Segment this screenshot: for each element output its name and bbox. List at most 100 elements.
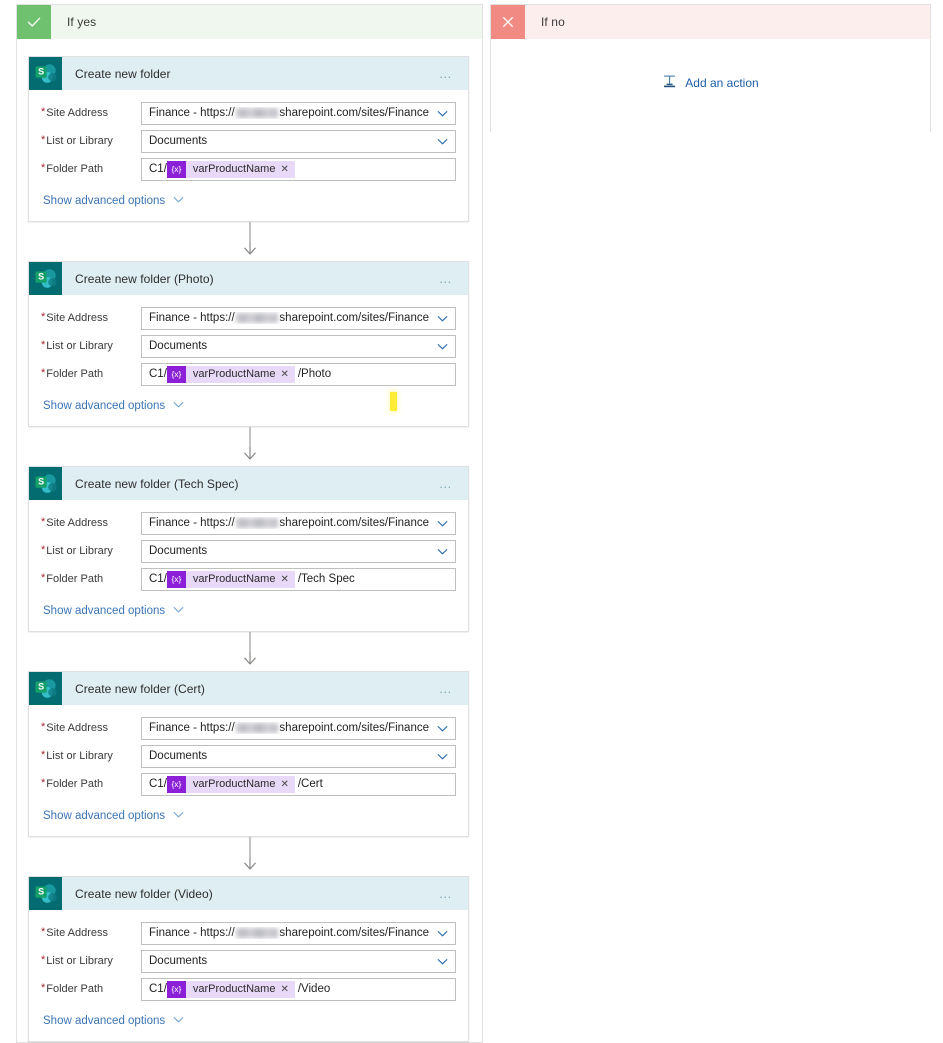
action-card-title: Create new folder (Video) <box>75 886 213 901</box>
redacted-tenant-name <box>235 108 279 118</box>
remove-token-x-icon[interactable]: ✕ <box>280 779 294 790</box>
chevron-down-icon[interactable] <box>429 340 455 353</box>
chevron-down-icon[interactable] <box>429 722 455 735</box>
site-address-combobox[interactable]: Finance - https://sharepoint.com/sites/F… <box>141 306 456 330</box>
action-card-title: Create new folder (Tech Spec) <box>75 476 239 491</box>
branch-if-no-header: If no <box>491 5 930 39</box>
action-card[interactable]: S Create new folder (Cert) … *Site Address F… <box>28 671 469 837</box>
list-or-library-combobox[interactable]: Documents <box>141 949 456 973</box>
action-card-header[interactable]: S Create new folder (Video) … <box>29 877 468 910</box>
field-row-folder-path: *Folder Path C1/{x} varProductName ✕/Tech S… <box>29 565 468 593</box>
list-or-library-combobox[interactable]: Documents <box>141 744 456 768</box>
site-address-combobox[interactable]: Finance - https://sharepoint.com/sites/F… <box>141 921 456 945</box>
action-card-body: *Site Address Finance - https://sharepoin… <box>29 500 468 631</box>
show-advanced-options-link[interactable]: Show advanced options <box>43 1013 185 1029</box>
folder-path-prefix: C1/ <box>149 163 167 175</box>
chevron-down-icon[interactable] <box>429 517 455 530</box>
list-or-library-combobox[interactable]: Documents <box>141 539 456 563</box>
action-card-header[interactable]: S Create new folder (Cert) … <box>29 672 468 705</box>
site-address-combobox[interactable]: Finance - https://sharepoint.com/sites/F… <box>141 101 456 125</box>
dynamic-content-token[interactable]: {x} varProductName ✕ <box>166 775 295 793</box>
site-address-label: *Site Address <box>41 311 109 325</box>
show-advanced-options-link[interactable]: Show advanced options <box>43 193 185 209</box>
field-row-folder-path: *Folder Path C1/{x} varProductName ✕ <box>29 155 468 183</box>
ellipsis-icon[interactable]: … <box>433 682 468 695</box>
folder-path-prefix: C1/ <box>149 573 167 585</box>
chevron-down-icon[interactable] <box>429 135 455 148</box>
folder-path-label: *Folder Path <box>41 367 104 381</box>
action-card-title: Create new folder <box>75 66 171 81</box>
action-card-header[interactable]: S Create new folder … <box>29 57 468 90</box>
show-advanced-options-label: Show advanced options <box>43 810 166 822</box>
list-or-library-label: *List or Library <box>41 954 113 968</box>
svg-text:S: S <box>38 887 44 897</box>
step-connector <box>17 222 482 261</box>
field-row-site-address: *Site Address Finance - https://sharepoin… <box>29 304 468 332</box>
folder-path-input[interactable]: C1/{x} varProductName ✕/Cert <box>141 772 456 796</box>
ellipsis-icon[interactable]: … <box>433 272 468 285</box>
chevron-down-icon <box>172 603 185 619</box>
chevron-down-icon[interactable] <box>429 107 455 120</box>
dynamic-content-token[interactable]: {x} varProductName ✕ <box>166 570 295 588</box>
action-card-header[interactable]: S Create new folder (Tech Spec)… <box>29 467 468 500</box>
folder-path-input[interactable]: C1/{x} varProductName ✕/Photo <box>141 362 456 386</box>
site-address-combobox[interactable]: Finance - https://sharepoint.com/sites/F… <box>141 511 456 535</box>
action-card-title: Create new folder (Photo) <box>75 271 214 286</box>
list-or-library-combobox[interactable]: Documents <box>141 129 456 153</box>
action-card-title: Create new folder (Cert) <box>75 681 205 696</box>
show-advanced-options-link[interactable]: Show advanced options <box>43 398 185 414</box>
down-arrow-icon <box>242 856 257 872</box>
field-row-site-address: *Site Address Finance - https://sharepoin… <box>29 99 468 127</box>
list-or-library-combobox[interactable]: Documents <box>141 334 456 358</box>
action-card[interactable]: S Create new folder (Tech Spec) … *Site Add… <box>28 466 469 632</box>
action-card[interactable]: S Create new folder (Video) … *Site Address… <box>28 876 469 1042</box>
down-arrow-icon <box>242 651 257 667</box>
token-label: varProductName <box>192 983 276 995</box>
list-or-library-value: Documents <box>149 340 208 352</box>
chevron-down-icon[interactable] <box>429 312 455 325</box>
advanced-options-area: Show advanced options <box>29 388 468 426</box>
show-advanced-options-link[interactable]: Show advanced options <box>43 603 185 619</box>
ellipsis-icon[interactable]: … <box>433 887 468 900</box>
chevron-down-icon <box>172 808 185 824</box>
remove-token-x-icon[interactable]: ✕ <box>280 164 294 175</box>
folder-path-input[interactable]: C1/{x} varProductName ✕/Tech Spec <box>141 567 456 591</box>
required-marker: * <box>41 339 46 351</box>
chevron-down-icon[interactable] <box>429 955 455 968</box>
show-advanced-options-link[interactable]: Show advanced options <box>43 808 185 824</box>
flow-designer-canvas: If yes S Create new folder … *Site Address F… <box>0 0 943 1043</box>
chevron-down-icon[interactable] <box>429 545 455 558</box>
branch-if-no-label: If no <box>541 15 565 29</box>
site-address-label: *Site Address <box>41 516 109 530</box>
list-or-library-value: Documents <box>149 750 208 762</box>
sharepoint-icon: S <box>29 672 62 705</box>
folder-path-input[interactable]: C1/{x} varProductName ✕/Video <box>141 977 456 1001</box>
advanced-options-area: Show advanced options <box>29 798 468 836</box>
ellipsis-icon[interactable]: … <box>433 67 468 80</box>
dynamic-content-token[interactable]: {x} varProductName ✕ <box>166 160 295 178</box>
redacted-tenant-name <box>235 928 279 938</box>
token-label: varProductName <box>192 573 276 585</box>
field-row-folder-path: *Folder Path C1/{x} varProductName ✕/Cert <box>29 770 468 798</box>
action-card-header[interactable]: S Create new folder (Photo)… <box>29 262 468 295</box>
svg-text:S: S <box>38 67 44 77</box>
action-card[interactable]: S Create new folder … *Site Address Finance … <box>28 56 469 222</box>
variable-token-badge-icon: {x} <box>166 980 186 998</box>
list-or-library-value: Documents <box>149 955 208 967</box>
chevron-down-icon[interactable] <box>429 927 455 940</box>
site-address-combobox[interactable]: Finance - https://sharepoint.com/sites/F… <box>141 716 456 740</box>
required-marker: * <box>41 162 46 174</box>
remove-token-x-icon[interactable]: ✕ <box>280 369 294 380</box>
dynamic-content-token[interactable]: {x} varProductName ✕ <box>166 365 295 383</box>
redacted-tenant-name <box>235 313 279 323</box>
action-card[interactable]: S Create new folder (Photo) … *Site Address… <box>28 261 469 427</box>
dynamic-content-token[interactable]: {x} varProductName ✕ <box>166 980 295 998</box>
variable-token-badge-icon: {x} <box>166 365 186 383</box>
highlight-marker-annotation <box>390 392 397 411</box>
ellipsis-icon[interactable]: … <box>433 477 468 490</box>
add-an-action-button[interactable]: Add an action <box>662 74 759 92</box>
remove-token-x-icon[interactable]: ✕ <box>280 574 294 585</box>
folder-path-input[interactable]: C1/{x} varProductName ✕ <box>141 157 456 181</box>
remove-token-x-icon[interactable]: ✕ <box>280 984 294 995</box>
chevron-down-icon[interactable] <box>429 750 455 763</box>
